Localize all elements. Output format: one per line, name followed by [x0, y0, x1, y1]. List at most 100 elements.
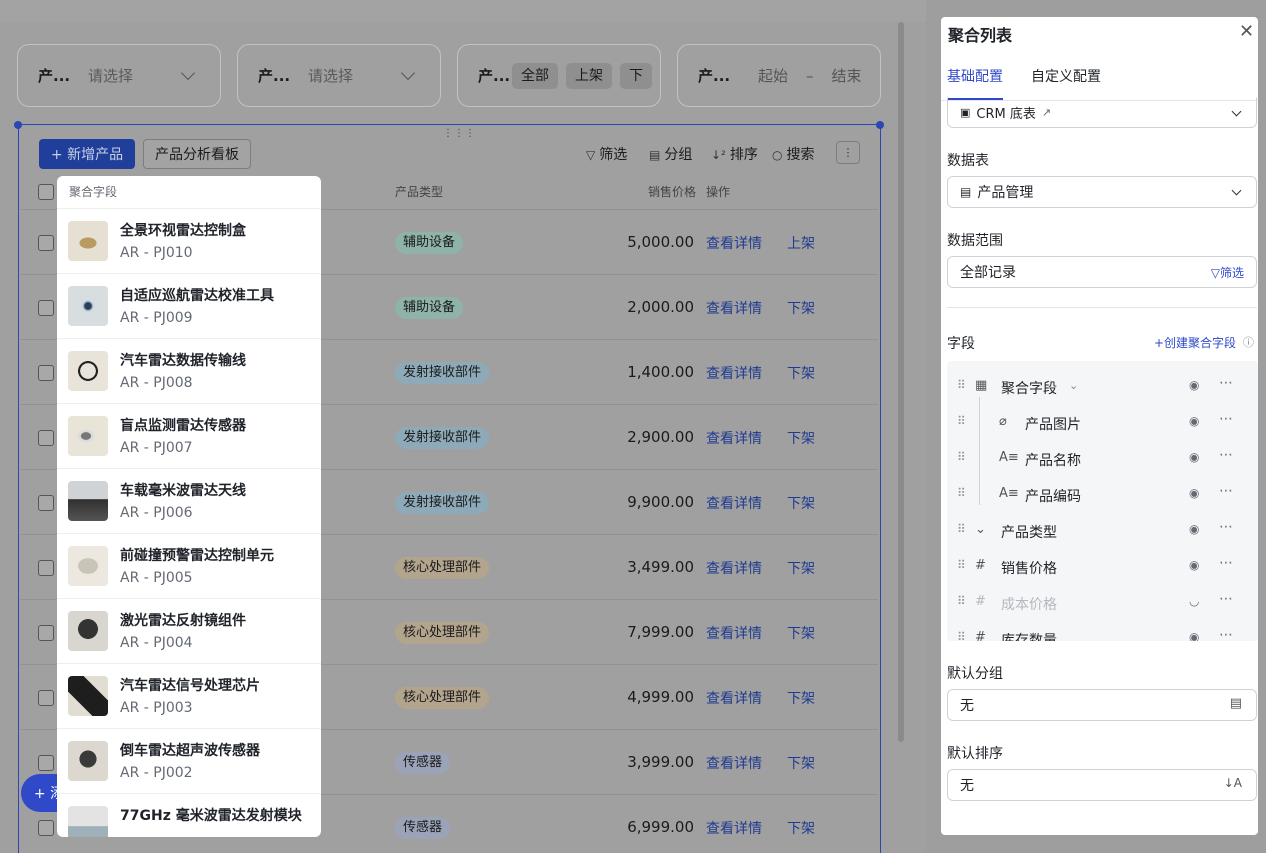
default-group-select[interactable]: 无 ▤ [947, 689, 1257, 721]
filter-chip-off[interactable]: 下 [620, 62, 652, 89]
eye-icon[interactable]: ◉ [1189, 486, 1199, 500]
toggle-listing-link[interactable]: 下架 [787, 753, 815, 773]
group-tool[interactable]: ▤ 分组 [649, 144, 692, 164]
filter-chip-on[interactable]: 上架 [566, 62, 612, 89]
external-link-icon[interactable]: ↗ [1042, 106, 1051, 119]
toggle-listing-link[interactable]: 下架 [787, 623, 815, 643]
drag-grip-icon[interactable]: ⋮⋮⋮ [443, 128, 476, 139]
toggle-listing-link[interactable]: 下架 [787, 298, 815, 318]
more-icon[interactable]: ⋯ [1219, 375, 1234, 391]
more-icon[interactable]: ⋯ [1219, 519, 1234, 535]
drag-handle-icon[interactable]: ⠿ [957, 630, 966, 641]
toggle-listing-link[interactable]: 下架 [787, 363, 815, 383]
field-row[interactable]: ⠿ # 库存数量 ◉ ⋯ [947, 621, 1258, 641]
view-detail-link[interactable]: 查看详情 [706, 428, 762, 448]
more-icon[interactable]: ⋮ [836, 141, 860, 164]
row-checkbox[interactable] [38, 559, 54, 576]
drag-handle-icon[interactable]: ⠿ [957, 378, 966, 392]
eye-icon[interactable]: ◉ [1189, 558, 1199, 572]
search-tool[interactable]: ○ 搜索 [772, 144, 814, 164]
field-row[interactable]: ⠿ A≡ 产品编码 ◉ ⋯ [947, 477, 1258, 513]
list-item[interactable]: 盲点监测雷达传感器 AR - PJ007 [57, 404, 321, 469]
tab-custom-config[interactable]: 自定义配置 [1031, 66, 1101, 86]
tab-basic-config[interactable]: 基础配置 [947, 66, 1003, 86]
data-source-select[interactable]: ▣ CRM 底表 ↗ [947, 97, 1257, 128]
row-checkbox[interactable] [38, 299, 54, 316]
date-end[interactable]: 结束 [832, 65, 862, 86]
more-icon[interactable]: ⋯ [1219, 411, 1234, 427]
eye-icon[interactable]: ◉ [1189, 522, 1199, 536]
date-start[interactable]: 起始 [758, 65, 788, 86]
select-all-checkbox[interactable] [38, 184, 54, 200]
eye-off-icon[interactable]: ◡ [1189, 594, 1199, 608]
toggle-listing-link[interactable]: 下架 [787, 493, 815, 513]
row-checkbox[interactable] [38, 689, 54, 706]
drag-handle-icon[interactable]: ⠿ [957, 450, 966, 464]
row-checkbox[interactable] [38, 819, 54, 836]
toggle-listing-link[interactable]: 下架 [787, 688, 815, 708]
field-row[interactable]: ⠿ A≡ 产品名称 ◉ ⋯ [947, 441, 1258, 477]
more-icon[interactable]: ⋯ [1219, 591, 1234, 607]
filter-card-2[interactable]: 产... 请选择 [237, 44, 441, 107]
more-icon[interactable]: ⋯ [1219, 447, 1234, 463]
chevron-down-icon[interactable]: ⌄ [1069, 379, 1078, 392]
field-row[interactable]: ⠿ # 销售价格 ◉ ⋯ [947, 549, 1258, 585]
eye-icon[interactable]: ◉ [1189, 414, 1199, 428]
list-item[interactable]: 前碰撞预警雷达控制单元 AR - PJ005 [57, 534, 321, 599]
drag-handle-icon[interactable]: ⠿ [957, 558, 966, 572]
view-detail-link[interactable]: 查看详情 [706, 363, 762, 383]
view-detail-link[interactable]: 查看详情 [706, 558, 762, 578]
row-checkbox[interactable] [38, 429, 54, 446]
scope-filter-button[interactable]: ▽筛选 [1211, 264, 1244, 281]
view-detail-link[interactable]: 查看详情 [706, 298, 762, 318]
more-icon[interactable]: ⋯ [1219, 555, 1234, 571]
list-item[interactable]: 汽车雷达信号处理芯片 AR - PJ003 [57, 664, 321, 729]
filter-tool[interactable]: ▽ 筛选 [586, 144, 627, 164]
row-checkbox[interactable] [38, 754, 54, 771]
row-checkbox[interactable] [38, 364, 54, 381]
list-item[interactable]: 车载毫米波雷达天线 AR - PJ006 [57, 469, 321, 534]
eye-icon[interactable]: ◉ [1189, 450, 1199, 464]
field-row[interactable]: ⠿ # 成本价格 ◡ ⋯ [947, 585, 1258, 621]
eye-icon[interactable]: ◉ [1189, 630, 1199, 641]
field-row[interactable]: ⠿ ⌀ 产品图片 ◉ ⋯ [947, 405, 1258, 441]
list-item[interactable]: 激光雷达反射镜组件 AR - PJ004 [57, 599, 321, 664]
view-detail-link[interactable]: 查看详情 [706, 493, 762, 513]
view-detail-link[interactable]: 查看详情 [706, 688, 762, 708]
product-board-button[interactable]: 产品分析看板 [143, 139, 251, 169]
more-icon[interactable]: ⋯ [1219, 627, 1234, 641]
resize-handle[interactable] [14, 121, 22, 129]
eye-icon[interactable]: ◉ [1189, 378, 1199, 392]
list-item[interactable]: 汽车雷达数据传输线 AR - PJ008 [57, 339, 321, 404]
resize-handle[interactable] [876, 121, 884, 129]
drag-handle-icon[interactable]: ⠿ [957, 594, 966, 608]
view-detail-link[interactable]: 查看详情 [706, 233, 762, 253]
data-scope-select[interactable]: 全部记录 ▽筛选 [947, 256, 1257, 288]
view-detail-link[interactable]: 查看详情 [706, 818, 762, 838]
drag-handle-icon[interactable]: ⠿ [957, 414, 966, 428]
toggle-listing-link[interactable]: 上架 [787, 233, 815, 253]
canvas-scrollbar[interactable] [898, 22, 904, 742]
field-row[interactable]: ⠿ ▦ 聚合字段 ⌄ ◉ ⋯ [947, 369, 1258, 405]
default-sort-select[interactable]: 无 ↓A [947, 769, 1257, 801]
filter-card-1[interactable]: 产... 请选择 [17, 44, 221, 107]
sort-tool[interactable]: ↓² 排序 [711, 144, 758, 164]
view-detail-link[interactable]: 查看详情 [706, 753, 762, 773]
drag-handle-icon[interactable]: ⠿ [957, 522, 966, 536]
more-icon[interactable]: ⋯ [1219, 483, 1234, 499]
toggle-listing-link[interactable]: 下架 [787, 818, 815, 838]
row-checkbox[interactable] [38, 494, 54, 511]
add-product-button[interactable]: + 新增产品 [39, 139, 135, 169]
row-checkbox[interactable] [38, 234, 54, 251]
view-detail-link[interactable]: 查看详情 [706, 623, 762, 643]
list-item[interactable]: 自适应巡航雷达校准工具 AR - PJ009 [57, 274, 321, 339]
data-table-select[interactable]: ▤ 产品管理 [947, 176, 1257, 208]
row-checkbox[interactable] [38, 624, 54, 641]
list-item[interactable]: 倒车雷达超声波传感器 AR - PJ002 [57, 729, 321, 794]
list-item[interactable]: 全景环视雷达控制盒 AR - PJ010 [57, 209, 321, 274]
toggle-listing-link[interactable]: 下架 [787, 428, 815, 448]
field-row[interactable]: ⠿ ⌄ 产品类型 ◉ ⋯ [947, 513, 1258, 549]
close-icon[interactable]: ✕ [1239, 21, 1254, 42]
toggle-listing-link[interactable]: 下架 [787, 558, 815, 578]
list-item[interactable]: 77GHz 毫米波雷达发射模块 [57, 794, 321, 837]
